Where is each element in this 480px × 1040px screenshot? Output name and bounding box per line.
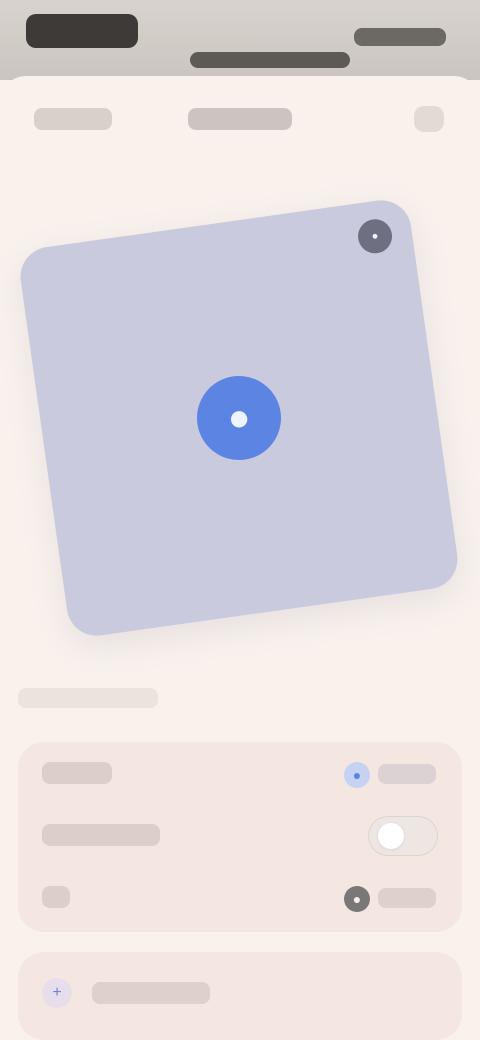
settings-row-3-label — [42, 886, 70, 908]
status-time — [26, 14, 138, 48]
circle-icon[interactable]: ● — [191, 370, 287, 466]
status-bar — [0, 0, 480, 80]
settings-row-3-value — [378, 888, 436, 908]
settings-card: ● ● — [18, 742, 462, 932]
status-icons — [354, 28, 446, 46]
top-navigation — [0, 96, 480, 148]
preview-card[interactable]: • ● — [16, 196, 462, 640]
blue-dot-icon: ● — [344, 762, 370, 788]
bottom-action-card[interactable]: + — [18, 952, 462, 1040]
settings-row-1-value — [378, 764, 436, 784]
settings-row-1-label — [42, 762, 112, 784]
corner-dot-icon: • — [355, 217, 395, 256]
page-title — [188, 108, 292, 130]
dark-dot-icon: ● — [344, 886, 370, 912]
settings-row-2[interactable] — [18, 804, 462, 866]
settings-row-3[interactable]: ● — [18, 866, 462, 928]
toggle-knob — [378, 823, 404, 849]
settings-row-1[interactable]: ● — [18, 742, 462, 804]
bottom-action-label — [92, 982, 210, 1004]
section-header — [18, 688, 158, 708]
more-button[interactable] — [414, 106, 444, 132]
plus-icon: + — [42, 978, 72, 1008]
status-notch — [190, 52, 350, 68]
back-button[interactable] — [34, 108, 112, 130]
settings-row-2-label — [42, 824, 160, 846]
toggle-switch[interactable] — [368, 816, 438, 856]
